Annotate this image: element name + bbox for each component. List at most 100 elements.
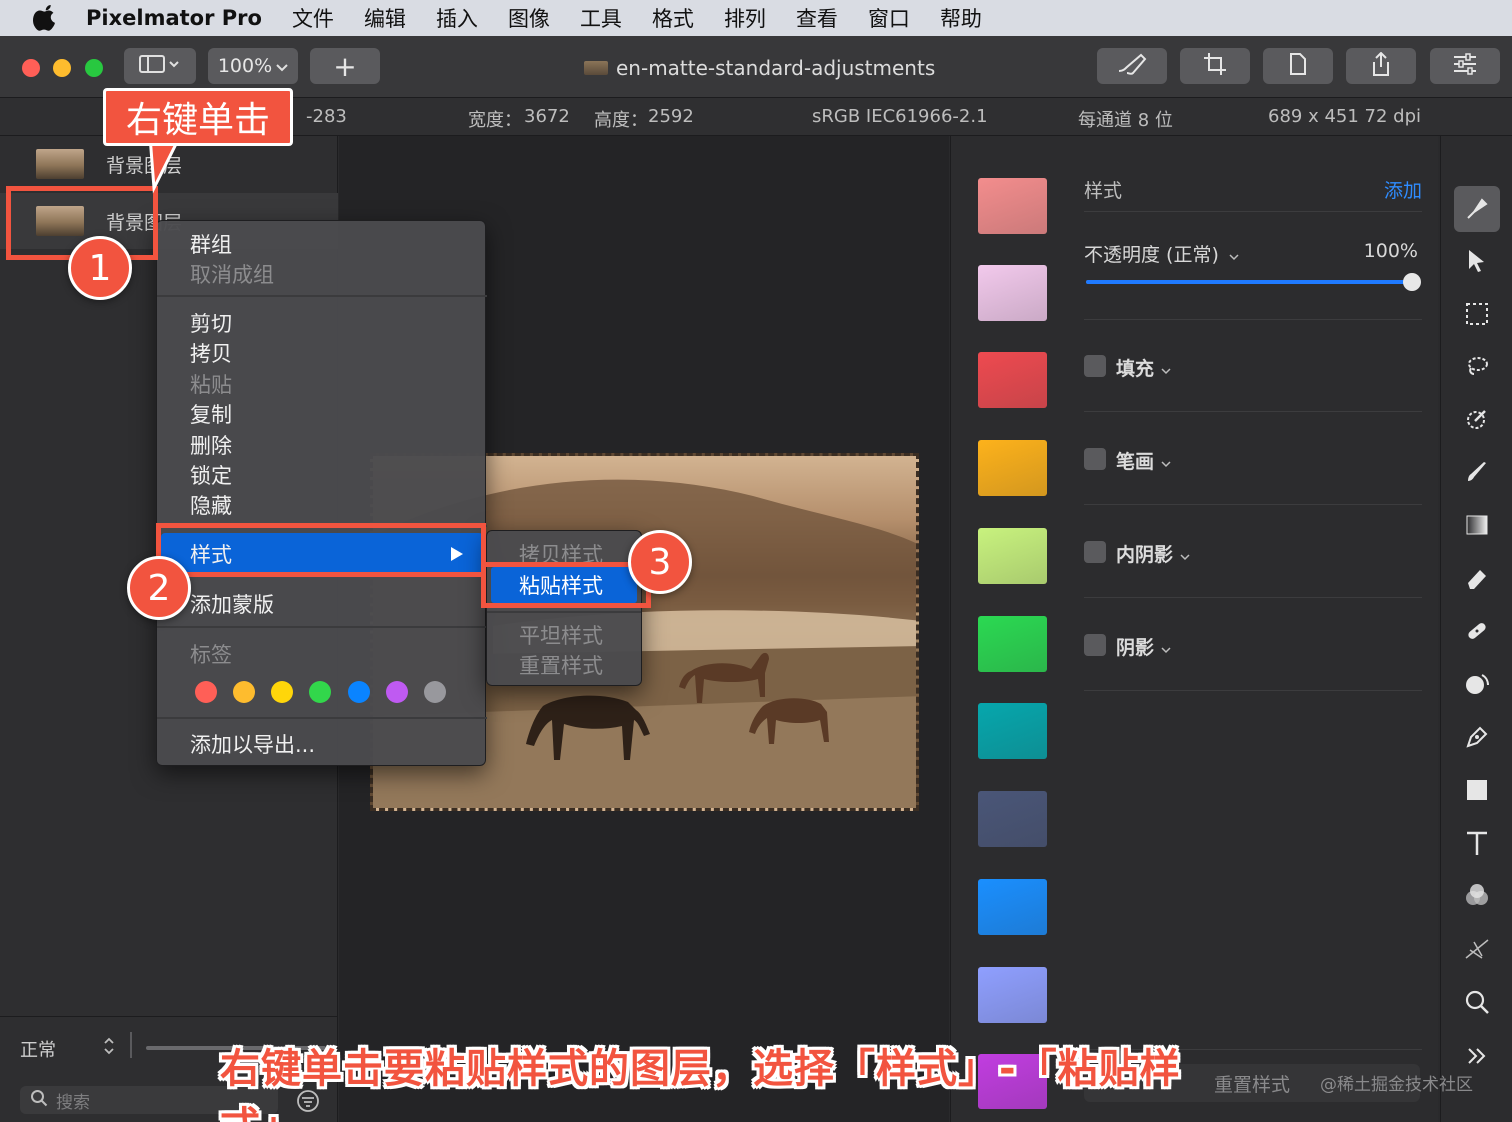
submenu-reset-style[interactable]: 重置样式: [519, 650, 603, 680]
zoom-window-button[interactable]: [85, 59, 103, 77]
add-button[interactable]: +: [310, 48, 380, 84]
stroke-checkbox[interactable]: [1084, 448, 1106, 470]
fill-label[interactable]: 填充: [1116, 354, 1154, 381]
cursor-coordinate: -283: [306, 106, 347, 127]
menu-item-duplicate[interactable]: 复制: [190, 399, 232, 429]
tag-red[interactable]: [195, 681, 217, 703]
blend-mode-select[interactable]: 正常: [20, 1036, 56, 1062]
style-swatch[interactable]: [978, 178, 1047, 234]
style-tool-icon[interactable]: [1454, 186, 1500, 232]
menu-arrange[interactable]: 排列: [724, 3, 766, 33]
menu-item-delete[interactable]: 删除: [190, 430, 232, 460]
stroke-label[interactable]: 笔画: [1116, 447, 1154, 474]
text-icon[interactable]: [1457, 823, 1497, 863]
menu-window[interactable]: 窗口: [868, 3, 910, 33]
sharpen-icon[interactable]: [1457, 929, 1497, 969]
tag-green[interactable]: [309, 681, 331, 703]
selection-icon[interactable]: [1457, 294, 1497, 334]
menu-file[interactable]: 文件: [292, 3, 334, 33]
crop-icon: [1203, 52, 1227, 81]
opacity-row: 不透明度 (正常) 100%: [1084, 240, 1422, 320]
tag-purple[interactable]: [386, 681, 408, 703]
divider: [1084, 411, 1422, 412]
submenu-flatten-style[interactable]: 平坦样式: [519, 620, 603, 650]
tag-gray[interactable]: [424, 681, 446, 703]
eraser-icon[interactable]: [1457, 558, 1497, 598]
style-swatch[interactable]: [978, 703, 1047, 759]
gradient-icon[interactable]: [1457, 505, 1497, 545]
adjustments-button[interactable]: [1430, 48, 1500, 84]
opacity-label[interactable]: 不透明度 (正常): [1084, 244, 1219, 266]
app-name[interactable]: Pixelmator Pro: [86, 6, 262, 30]
menu-item-hide[interactable]: 隐藏: [190, 490, 232, 520]
arrow-icon[interactable]: [1457, 241, 1497, 281]
color-adjust-icon[interactable]: [1457, 876, 1497, 916]
step-number: 2: [147, 567, 171, 609]
zoom-value: 100%: [217, 55, 273, 77]
menu-image[interactable]: 图像: [508, 3, 550, 33]
menu-edit[interactable]: 编辑: [364, 3, 406, 33]
style-submenu: 拷贝样式 粘贴样式 平坦样式 重置样式: [486, 530, 642, 686]
menu-help[interactable]: 帮助: [940, 3, 982, 33]
step-number: 1: [88, 247, 112, 289]
watermark: @稀土掘金技术社区: [1320, 1075, 1473, 1095]
tag-orange[interactable]: [233, 681, 255, 703]
menu-item-group[interactable]: 群组: [190, 229, 232, 259]
document-button[interactable]: [1263, 48, 1333, 84]
tag-yellow[interactable]: [271, 681, 293, 703]
annotation-callout: 右键单击: [103, 88, 293, 146]
inner-shadow-checkbox[interactable]: [1084, 541, 1106, 563]
pen-icon[interactable]: [1457, 717, 1497, 757]
add-style-button[interactable]: 添加: [1384, 176, 1422, 203]
divider: [1084, 597, 1422, 598]
sidebar-toggle-button[interactable]: [124, 48, 196, 84]
style-swatch[interactable]: [978, 265, 1047, 321]
style-swatch[interactable]: [978, 440, 1047, 496]
shadow-checkbox[interactable]: [1084, 634, 1106, 656]
styles-panel: 样式 添加 不透明度 (正常) 100% 填充 笔画 内阴影 阴影 重置样式: [950, 136, 1438, 1122]
menu-tools[interactable]: 工具: [580, 3, 622, 33]
divider: [130, 1032, 132, 1058]
opacity-slider[interactable]: [1086, 273, 1421, 291]
repair-icon[interactable]: [1457, 611, 1497, 651]
callout-text: 右键单击: [125, 100, 270, 141]
zoom-icon[interactable]: [1457, 982, 1497, 1022]
chevron-down-icon: [1229, 244, 1239, 266]
brush-icon[interactable]: [1457, 452, 1497, 492]
minimize-window-button[interactable]: [53, 59, 71, 77]
menu-item-copy[interactable]: 拷贝: [190, 338, 232, 368]
menu-item-ungroup[interactable]: 取消成组: [190, 259, 274, 289]
document-title-text: en-matte-standard-adjustments: [616, 56, 936, 80]
tag-blue[interactable]: [348, 681, 370, 703]
menu-separator: [157, 717, 487, 719]
shape-icon[interactable]: [1457, 770, 1497, 810]
updown-chevron-icon[interactable]: [102, 1036, 116, 1060]
opacity-slider-knob[interactable]: [1403, 273, 1421, 291]
zoom-select[interactable]: 100%: [208, 48, 298, 84]
style-swatch[interactable]: [978, 967, 1047, 1023]
menu-item-cut[interactable]: 剪切: [190, 308, 232, 338]
menu-insert[interactable]: 插入: [436, 3, 478, 33]
lasso-icon[interactable]: [1457, 346, 1497, 386]
fill-checkbox[interactable]: [1084, 355, 1106, 377]
menu-item-add-to-export[interactable]: 添加以导出...: [190, 729, 315, 759]
crop-button[interactable]: [1180, 48, 1250, 84]
shadow-label[interactable]: 阴影: [1116, 633, 1154, 660]
color-picker-icon[interactable]: [1457, 399, 1497, 439]
share-button[interactable]: [1346, 48, 1416, 84]
style-swatch[interactable]: [978, 616, 1047, 672]
menu-format[interactable]: 格式: [652, 3, 694, 33]
menu-item-add-mask[interactable]: 添加蒙版: [190, 589, 274, 619]
inner-shadow-label[interactable]: 内阴影: [1116, 540, 1173, 567]
menu-item-paste[interactable]: 粘贴: [190, 369, 232, 399]
style-swatch[interactable]: [978, 791, 1047, 847]
close-window-button[interactable]: [22, 59, 40, 77]
format-tool-button[interactable]: [1097, 48, 1167, 84]
apple-icon[interactable]: [30, 3, 60, 33]
style-swatch[interactable]: [978, 528, 1047, 584]
menu-view[interactable]: 查看: [796, 3, 838, 33]
style-swatch[interactable]: [978, 879, 1047, 935]
style-swatch[interactable]: [978, 352, 1047, 408]
menu-item-lock[interactable]: 锁定: [190, 460, 232, 490]
distort-icon[interactable]: [1457, 664, 1497, 704]
